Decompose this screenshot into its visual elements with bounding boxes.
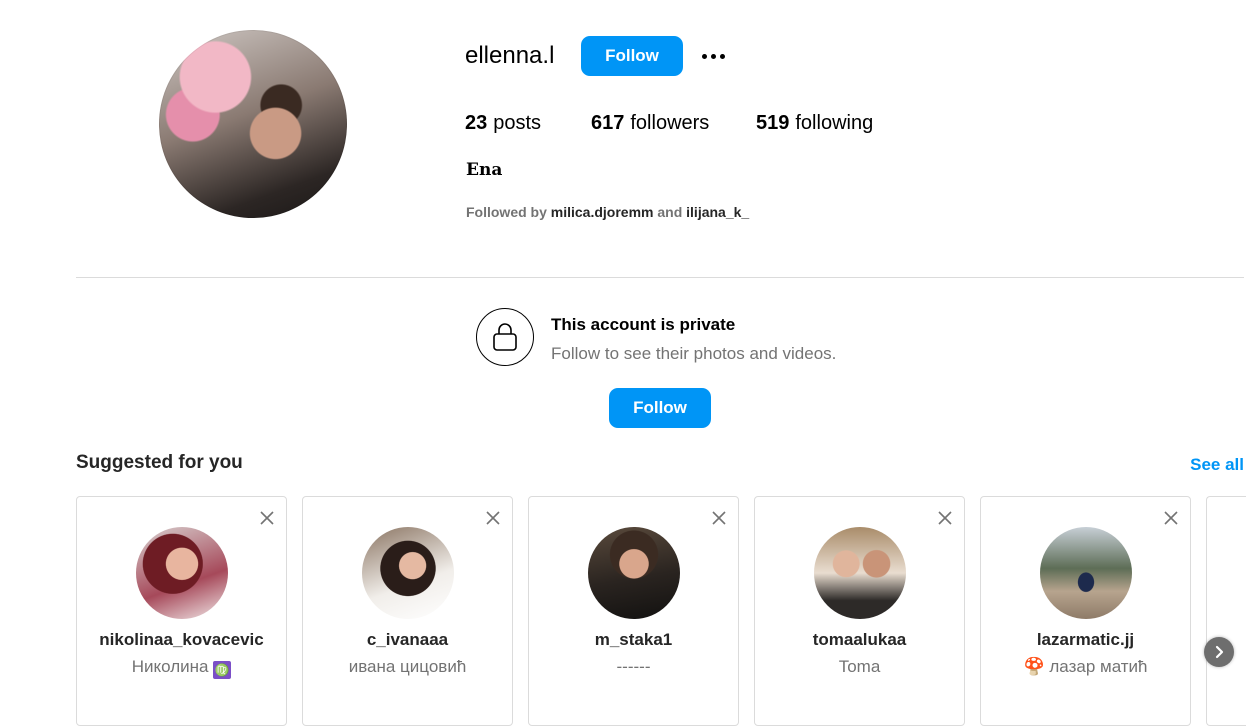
follow-button-private[interactable]: Follow xyxy=(609,388,711,428)
avatar[interactable] xyxy=(1040,527,1132,619)
posts-number: 23 xyxy=(465,112,488,134)
avatar[interactable] xyxy=(136,527,228,619)
suggestion-name: 🍄 лазар матић xyxy=(981,657,1190,677)
private-title: This account is private xyxy=(551,315,736,334)
suggestion-username[interactable]: m_staka1 xyxy=(529,630,738,650)
profile-username: ellenna.l xyxy=(465,42,555,69)
followers-link[interactable]: 617 followers xyxy=(591,112,709,135)
lock-icon xyxy=(476,308,534,366)
chevron-right-icon[interactable] xyxy=(1204,637,1234,667)
avatar[interactable] xyxy=(814,527,906,619)
suggestion-card[interactable]: c_ivanaaa ивана цицовић xyxy=(302,496,513,726)
posts-count: 23 posts xyxy=(465,112,541,135)
suggested-carousel: nikolinaa_kovacevic Николина ♍ c_ivanaaa… xyxy=(76,496,1246,726)
close-icon[interactable] xyxy=(1162,509,1180,527)
mushroom-icon: 🍄 xyxy=(1023,657,1045,676)
followers-label: followers xyxy=(630,112,710,134)
see-all-link[interactable]: See all xyxy=(1190,455,1244,475)
followed-by-user[interactable]: milica.djoremm xyxy=(551,204,654,220)
suggestion-username[interactable]: c_ivanaaa xyxy=(303,630,512,650)
suggestion-username[interactable]: tomaalukaa xyxy=(755,630,964,650)
private-subtitle: Follow to see their photos and videos. xyxy=(551,344,837,363)
suggestion-username[interactable]: lazarmatic.jj xyxy=(981,630,1190,650)
avatar[interactable] xyxy=(588,527,680,619)
suggestion-name: Николина ♍ xyxy=(77,657,286,679)
follow-button[interactable]: Follow xyxy=(581,36,683,76)
close-icon[interactable] xyxy=(258,509,276,527)
suggestion-card[interactable]: nikolinaa_kovacevic Николина ♍ xyxy=(76,496,287,726)
posts-label: posts xyxy=(493,112,542,134)
followed-by-user[interactable]: ilijana_k_ xyxy=(686,204,749,220)
profile-full-name: Ena xyxy=(466,160,503,180)
suggestion-card[interactable]: lazarmatic.jj 🍄 лазар матић xyxy=(980,496,1191,726)
divider xyxy=(76,277,1244,278)
profile-avatar[interactable] xyxy=(159,30,347,218)
suggestion-name: Toma xyxy=(838,657,881,676)
following-label: following xyxy=(795,112,874,134)
name-text: Николина xyxy=(131,657,209,676)
more-options-icon[interactable] xyxy=(697,42,729,70)
suggestion-card[interactable]: m_staka1 ------ xyxy=(528,496,739,726)
suggestion-name: ------ xyxy=(616,657,651,676)
close-icon[interactable] xyxy=(936,509,954,527)
suggestion-name: ивана цицовић xyxy=(348,657,467,676)
following-number: 519 xyxy=(756,112,790,134)
close-icon[interactable] xyxy=(484,509,502,527)
suggestion-card[interactable]: tomaalukaa Toma xyxy=(754,496,965,726)
avatar[interactable] xyxy=(362,527,454,619)
followed-by-prefix: Followed by xyxy=(466,204,547,220)
close-icon[interactable] xyxy=(710,509,728,527)
suggested-title: Suggested for you xyxy=(76,452,243,473)
followed-by[interactable]: Followed by milica.djoremm and ilijana_k… xyxy=(466,204,749,220)
suggestion-card-partial[interactable] xyxy=(1206,496,1246,726)
virgo-icon: ♍ xyxy=(213,661,232,679)
name-text: лазар матић xyxy=(1049,657,1148,676)
followed-by-and: and xyxy=(657,204,683,220)
suggestion-username[interactable]: nikolinaa_kovacevic xyxy=(77,630,286,650)
followers-number: 617 xyxy=(591,112,625,134)
following-link[interactable]: 519 following xyxy=(756,112,873,135)
